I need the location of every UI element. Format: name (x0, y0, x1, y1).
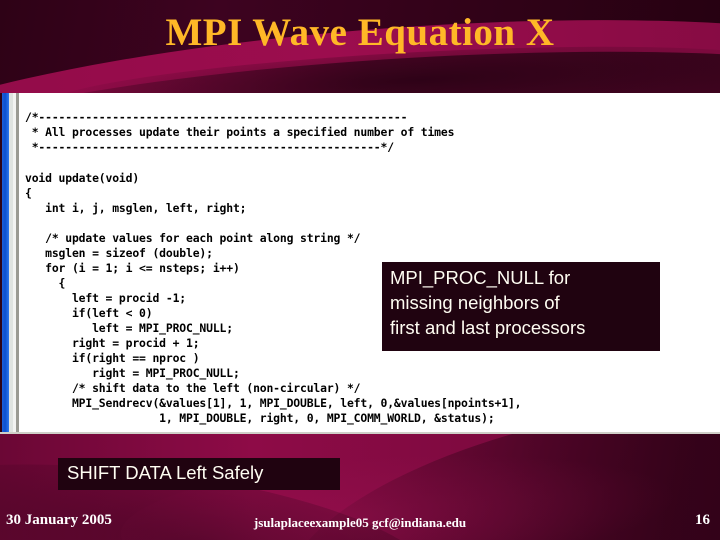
callout-proc-null-line-1: MPI_PROC_NULL for (390, 267, 571, 288)
panel-edge-bottom (0, 432, 720, 434)
callout-proc-null-line-2: missing neighbors of (390, 292, 560, 313)
callout-proc-null-line-3: first and last processors (390, 317, 586, 338)
callout-proc-null: MPI_PROC_NULL for missing neighbors of f… (382, 262, 660, 351)
slide-title: MPI Wave Equation X (165, 11, 555, 54)
footer-attribution: jsulaplaceexample05 gcf@indiana.edu (253, 515, 467, 530)
footer-page-number: 16 (695, 512, 710, 528)
panel-gutter (19, 93, 23, 434)
slide: MPI Wave Equation X /*------------------… (0, 0, 720, 540)
slide-footer: 30 January 2005 jsulaplaceexample05 gcf@… (0, 506, 720, 540)
scrollbar-strip[interactable] (2, 93, 9, 434)
callout-shift-data: SHIFT DATA Left Safely (58, 458, 340, 490)
